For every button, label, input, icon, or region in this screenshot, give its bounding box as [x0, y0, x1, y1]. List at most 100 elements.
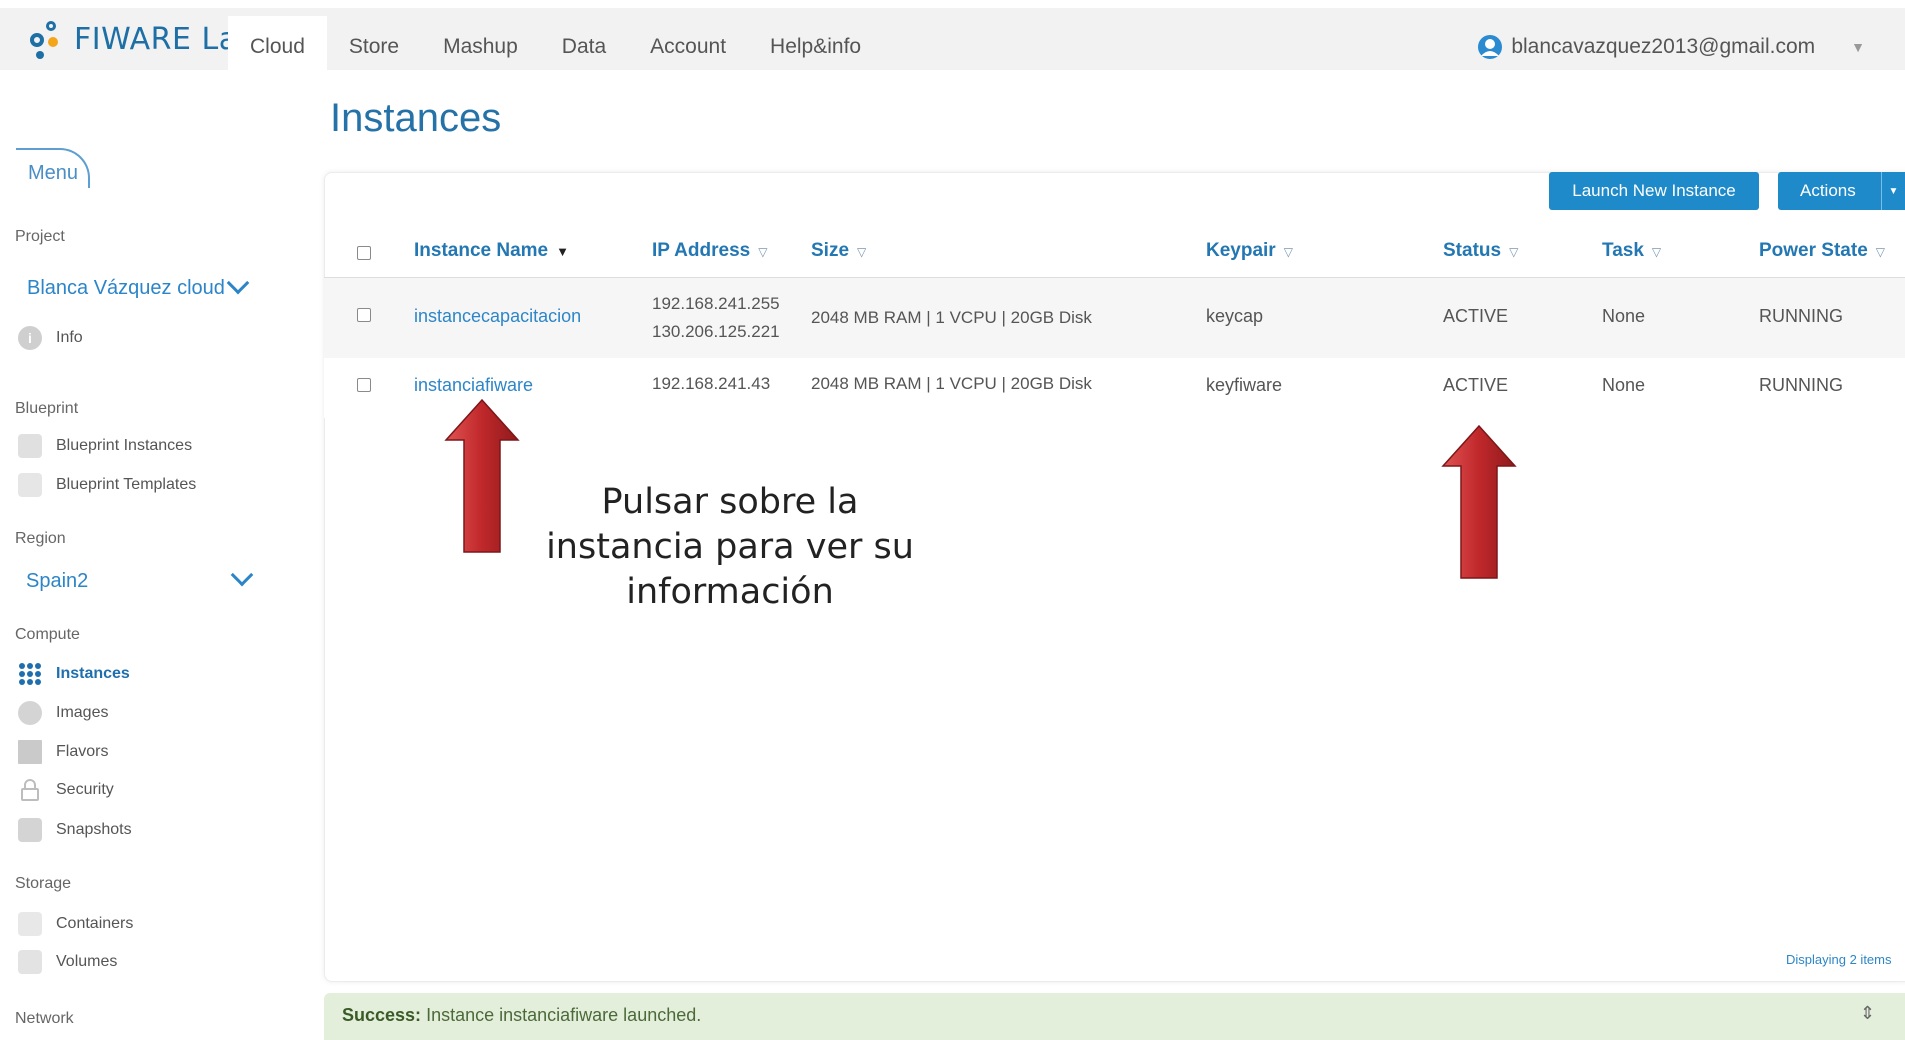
volumes-icon [18, 950, 42, 974]
ip-address-cell: 192.168.241.43 [652, 374, 771, 393]
table-row: instancecapacitacion 192.168.241.255 130… [324, 278, 1905, 358]
sidebar-item-info[interactable]: i Info [18, 326, 83, 350]
sidebar-item-label: Snapshots [56, 821, 132, 838]
section-compute: Compute [15, 626, 80, 643]
select-all-checkbox[interactable] [357, 246, 371, 260]
column-instance-name[interactable]: Instance Name ▼ [414, 240, 569, 262]
success-message: Success: Instance instanciafiware launch… [324, 993, 1905, 1040]
lock-icon [21, 779, 39, 801]
column-power-state[interactable]: Power State ▽ [1759, 240, 1885, 262]
sidebar-item-label: Flavors [56, 743, 109, 760]
keypair-cell: keyfiware [1206, 375, 1283, 395]
sidebar-item-label: Blueprint Templates [56, 476, 197, 493]
images-icon [18, 701, 42, 725]
sidebar-item-label: Blueprint Instances [56, 437, 193, 454]
caret-down-icon[interactable]: ▼ [1881, 172, 1905, 210]
user-menu[interactable]: blancavazquez2013@gmail.com ▼ [1477, 16, 1865, 78]
containers-icon [18, 912, 42, 936]
sort-icon: ▽ [1875, 245, 1885, 259]
column-status[interactable]: Status ▽ [1443, 240, 1518, 262]
sidebar-item-label: Images [56, 704, 109, 721]
sidebar-item-containers[interactable]: Containers [18, 912, 133, 936]
chevron-down-icon[interactable]: ▼ [1851, 39, 1865, 55]
nav-store[interactable]: Store [327, 16, 421, 78]
blueprint-instances-icon [18, 434, 42, 458]
sort-desc-icon: ▼ [556, 244, 569, 259]
instance-name-link[interactable]: instanciafiware [414, 375, 533, 396]
chevron-down-icon[interactable] [230, 563, 254, 587]
instance-name-link[interactable]: instancecapacitacion [414, 306, 581, 327]
logo-dots-icon [30, 19, 66, 59]
grid-dots-icon [19, 663, 41, 685]
blueprint-templates-icon [18, 473, 42, 497]
sidebar-item-blueprint-templates[interactable]: Blueprint Templates [18, 473, 196, 497]
region-select[interactable]: Spain2 [26, 570, 88, 593]
actions-button[interactable]: Actions ▼ [1778, 172, 1905, 210]
scroll-arrows-icon[interactable]: ⇕ [1860, 1003, 1900, 1033]
annotation-text: Pulsar sobre la instancia para ver su in… [546, 482, 914, 612]
sidebar-item-label: Volumes [56, 953, 118, 970]
sort-icon: ▽ [857, 245, 867, 259]
sidebar-item-volumes[interactable]: Volumes [18, 950, 117, 974]
user-email: blancavazquez2013@gmail.com [1511, 35, 1816, 58]
section-blueprint: Blueprint [15, 400, 79, 417]
success-label: Success: [342, 1005, 422, 1025]
camera-icon [18, 818, 42, 842]
page-title: Instances [330, 96, 502, 140]
top-nav-bar: FIWARE Lab Cloud Store Mashup Data Accou… [0, 0, 1905, 78]
red-arrow-up-icon [444, 398, 520, 553]
power-state-cell: RUNNING [1759, 306, 1843, 326]
table-row: instanciafiware 192.168.241.43 2048 MB R… [324, 358, 1905, 418]
actions-label: Actions [1800, 181, 1856, 200]
chevron-down-icon[interactable] [226, 271, 250, 295]
red-arrow-up-icon [1441, 424, 1517, 579]
keypair-cell: keycap [1206, 306, 1264, 326]
sidebar-item-label: Info [56, 329, 83, 346]
status-cell: ACTIVE [1443, 375, 1509, 395]
project-select[interactable]: Blanca Vázquez cloud [27, 277, 225, 300]
launch-new-instance-button[interactable]: Launch New Instance [1549, 172, 1759, 210]
section-project: Project [15, 228, 65, 245]
column-ip-address[interactable]: IP Address ▽ [652, 240, 767, 262]
sidebar-item-security[interactable]: Security [18, 778, 114, 802]
sort-icon: ▽ [1651, 245, 1662, 259]
items-count: Displaying 2 items [1786, 952, 1892, 967]
main-nav: Cloud Store Mashup Data Account Help&inf… [228, 16, 883, 78]
size-cell: 2048 MB RAM | 1 VCPU | 20GB Disk [811, 308, 1092, 327]
info-icon: i [18, 326, 42, 350]
sidebar-item-snapshots[interactable]: Snapshots [18, 818, 132, 842]
fiware-logo[interactable]: FIWARE Lab [30, 16, 257, 62]
sidebar-item-label: Containers [56, 915, 134, 932]
user-avatar-icon [1478, 35, 1503, 59]
sidebar-item-images[interactable]: Images [18, 701, 108, 725]
column-size[interactable]: Size ▽ [811, 240, 866, 262]
sort-icon: ▽ [1283, 245, 1293, 259]
flavors-icon [18, 740, 42, 764]
section-storage: Storage [15, 875, 72, 892]
row-checkbox[interactable] [357, 378, 371, 392]
size-cell: 2048 MB RAM | 1 VCPU | 20GB Disk [811, 374, 1092, 393]
task-cell: None [1602, 306, 1646, 326]
section-network: Network [15, 1010, 74, 1027]
column-task[interactable]: Task ▽ [1602, 240, 1661, 262]
column-keypair[interactable]: Keypair ▽ [1206, 240, 1293, 262]
nav-data[interactable]: Data [540, 16, 628, 78]
sidebar-item-blueprint-instances[interactable]: Blueprint Instances [18, 434, 192, 458]
nav-cloud[interactable]: Cloud [228, 16, 327, 78]
sidebar-item-label: Security [56, 781, 114, 798]
row-checkbox[interactable] [357, 308, 371, 322]
sidebar-item-flavors[interactable]: Flavors [18, 740, 108, 764]
sidebar-item-instances[interactable]: Instances [18, 662, 130, 686]
task-cell: None [1602, 375, 1646, 395]
nav-help-info[interactable]: Help&info [748, 16, 883, 78]
nav-account[interactable]: Account [628, 16, 748, 78]
menu-tab[interactable]: Menu [16, 148, 90, 188]
status-cell: ACTIVE [1443, 306, 1509, 326]
table-header: Instance Name ▼ IP Address ▽ Size ▽ Keypair… [324, 226, 1905, 278]
ip-address-cell: 192.168.241.255 130.206.125.221 [652, 294, 780, 341]
sort-icon: ▽ [758, 245, 768, 259]
sidebar: Menu Project Blanca Vázquez cloud i Info… [0, 70, 300, 1040]
power-state-cell: RUNNING [1759, 375, 1843, 395]
success-text: Instance instanciafiware launched. [426, 1005, 702, 1025]
nav-mashup[interactable]: Mashup [421, 16, 540, 78]
